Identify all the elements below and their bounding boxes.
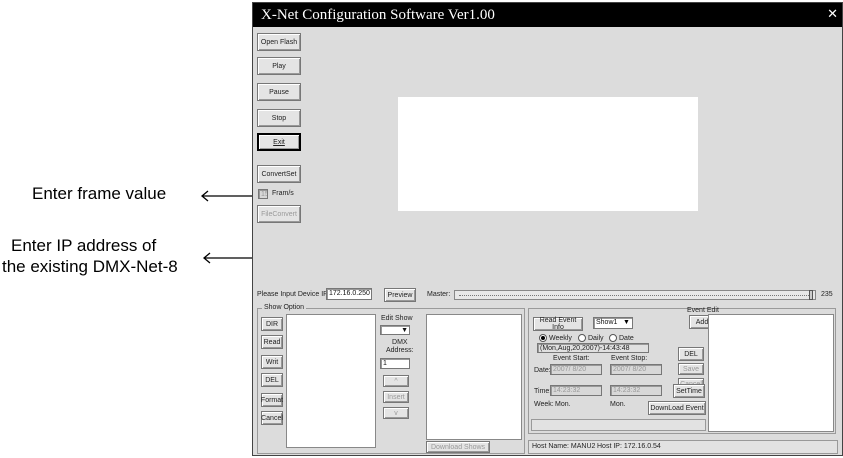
dmx-address-input[interactable]: 1 (380, 358, 410, 369)
preview-canvas (398, 97, 698, 211)
master-value: 235 (821, 291, 833, 298)
dir-button[interactable]: DIR (261, 317, 283, 331)
set-time-button[interactable]: SetTime (673, 384, 705, 398)
start-date-picker[interactable]: 2007/ 8/20 (550, 364, 602, 375)
frame-rate-input[interactable]: 15 (258, 189, 268, 199)
event-stop-label: Event Stop: (611, 355, 648, 362)
show-option-title: Show Option (262, 304, 307, 311)
file-convert-button[interactable]: FileConvert (257, 205, 301, 223)
host-name-text: Host Name: MANU2 (532, 443, 596, 450)
stop-week-value: Mon. (610, 401, 626, 408)
date-radio-icon (609, 334, 617, 342)
del-button[interactable]: DEL (261, 373, 283, 387)
app-window: X-Net Configuration Software Ver1.00 ✕ O… (252, 2, 843, 456)
event-start-label: Event Start: (553, 355, 590, 362)
fram-label: Fram/s (272, 190, 294, 197)
read-button[interactable]: Read (261, 335, 283, 349)
master-slider[interactable] (454, 290, 816, 300)
event-list[interactable] (708, 314, 834, 432)
convert-set-button[interactable]: ConvertSet (257, 165, 301, 183)
device-ip-label: Please Input Device IP: (257, 291, 330, 298)
open-flash-button[interactable]: Open Flash (257, 33, 301, 51)
master-label: Master: (427, 291, 451, 298)
save-event-button[interactable]: Save (678, 363, 704, 375)
close-icon[interactable]: ✕ (827, 3, 838, 27)
exit-button[interactable]: Exit (257, 133, 301, 151)
event-status-bar (531, 419, 706, 431)
read-event-info-button[interactable]: Read Event Info (533, 317, 583, 331)
date-radio[interactable]: Date (609, 334, 634, 342)
write-button[interactable]: Writ (261, 355, 283, 369)
dmx-address-label: DMX Address: (386, 339, 414, 354)
weekly-radio-icon (539, 334, 547, 342)
start-time-spinner[interactable]: 14:23:32 (550, 385, 602, 396)
pause-button[interactable]: Pause (257, 83, 301, 101)
weekly-radio[interactable]: Weekly (539, 334, 572, 342)
stop-button[interactable]: Stop (257, 109, 301, 127)
window-title: X-Net Configuration Software Ver1.00 (261, 7, 495, 23)
download-shows-button[interactable]: Download Shows (426, 441, 490, 453)
daily-radio[interactable]: Daily (578, 334, 604, 342)
stop-date-picker[interactable]: 2007/ 8/20 (610, 364, 662, 375)
master-slider-handle[interactable] (809, 290, 813, 300)
del-event-button[interactable]: DEL (678, 347, 704, 361)
format-button[interactable]: Format (261, 393, 283, 407)
host-ip-text: Host IP: 172.16.0.54 (597, 443, 661, 450)
status-bar: Host Name: MANU2 Host IP: 172.16.0.54 (528, 440, 838, 454)
date-label: Date: (534, 367, 551, 374)
edit-show-select[interactable]: ▼ (380, 325, 410, 335)
show-steps-list[interactable] (426, 314, 522, 440)
insert-button[interactable]: Insert (383, 391, 409, 403)
daily-radio-icon (578, 334, 586, 342)
play-button[interactable]: Play (257, 57, 301, 75)
chevron-down-icon: ▼ (623, 319, 630, 326)
event-edit-label: Event Edit (687, 307, 719, 314)
edit-show-label: Edit Show (381, 315, 413, 322)
move-down-button[interactable]: v (383, 407, 409, 419)
device-ip-input[interactable]: 172.16.0.250 (326, 288, 372, 300)
title-bar: X-Net Configuration Software Ver1.00 ✕ (253, 3, 842, 27)
chevron-down-icon: ▼ (401, 327, 408, 334)
stop-time-spinner[interactable]: 14:23:32 (610, 385, 662, 396)
cancel-button[interactable]: Cancel (261, 411, 283, 425)
start-week-value: Mon. (555, 401, 571, 408)
download-event-button[interactable]: DownLoad Event (648, 401, 706, 415)
move-up-button[interactable]: ^ (383, 375, 409, 387)
preview-button[interactable]: Preview (384, 288, 416, 302)
show-file-list[interactable] (286, 314, 376, 448)
time-label: Time: (534, 388, 552, 395)
current-time-display: (Mon,Aug,20,2007)-14:43:48 (537, 343, 649, 353)
week-label: Week: (534, 401, 554, 408)
